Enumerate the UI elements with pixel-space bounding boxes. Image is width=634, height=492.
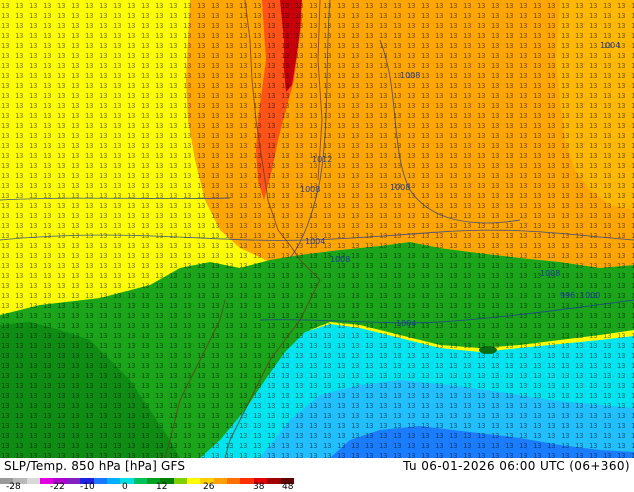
color-scale-segment: [267, 478, 281, 484]
color-scale: [0, 478, 294, 484]
color-scale-segment: [93, 478, 107, 484]
color-scale-segment: [173, 478, 188, 484]
pressure-label: 1008: [390, 183, 410, 192]
color-scale-tick: -10: [80, 482, 95, 492]
color-scale-segment: [133, 478, 147, 484]
color-scale-tick: 0: [122, 482, 128, 492]
pressure-label: 996: [560, 291, 575, 300]
pressure-label: 1012: [312, 155, 332, 164]
pressure-label: 1004: [600, 41, 620, 50]
pressure-label: 1008: [330, 255, 350, 264]
color-scale-segment: [106, 478, 121, 484]
color-scale-segment: [26, 478, 41, 484]
color-scale-tick: 12: [156, 482, 168, 492]
weather-map: 13: [0, 0, 634, 458]
map-footer: SLP/Temp. 850 hPa [hPa] GFS Tu 06-01-202…: [0, 458, 634, 492]
color-scale-tick: -28: [6, 482, 21, 492]
color-scale-segment: [66, 478, 81, 484]
color-scale-tick: 48: [282, 482, 294, 492]
color-scale-tick: 26: [203, 482, 215, 492]
color-scale-segment: [240, 478, 254, 484]
color-scale-tick: -22: [50, 482, 65, 492]
color-scale-segment: [213, 478, 228, 484]
pressure-label: 1000: [580, 291, 600, 300]
color-scale-segment: [227, 478, 241, 484]
pressure-label: 1008: [300, 185, 320, 194]
pressure-label: 1008: [400, 71, 420, 80]
temperature-values-grid: [0, 0, 634, 458]
color-scale-tick: 38: [253, 482, 265, 492]
pressure-label: 1004: [305, 237, 325, 246]
forecast-datetime: Tu 06-01-2026 06:00 UTC (06+360): [403, 459, 630, 473]
map-title: SLP/Temp. 850 hPa [hPa] GFS: [4, 459, 186, 473]
color-scale-segment: [187, 478, 201, 484]
pressure-label: 1008: [540, 269, 560, 278]
pressure-label: 1004: [396, 319, 416, 328]
